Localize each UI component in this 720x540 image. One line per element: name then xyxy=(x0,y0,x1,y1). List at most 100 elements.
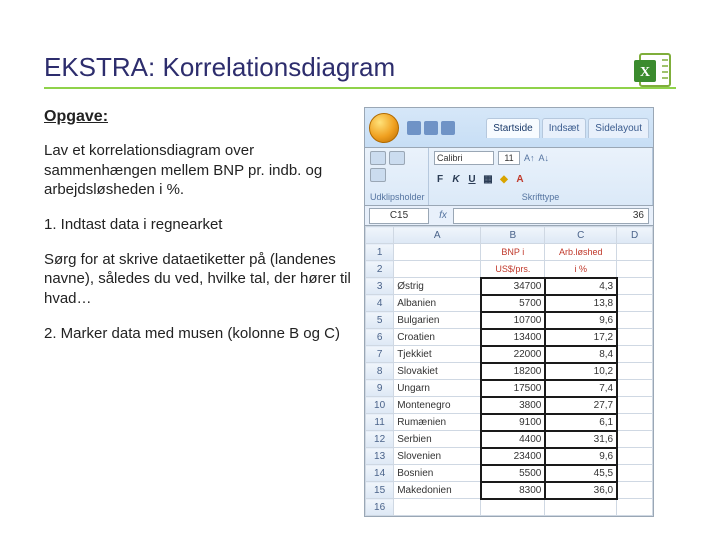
col-header-d[interactable]: D xyxy=(617,227,653,244)
row-header[interactable]: 12 xyxy=(366,431,394,448)
cell[interactable]: Albanien xyxy=(394,295,481,312)
cell[interactable]: Bosnien xyxy=(394,465,481,482)
shrink-font-icon[interactable]: A↓ xyxy=(539,153,550,163)
cell[interactable] xyxy=(617,414,653,431)
cell[interactable] xyxy=(545,499,617,516)
row-header[interactable]: 5 xyxy=(366,312,394,329)
row-header[interactable]: 8 xyxy=(366,363,394,380)
row-header[interactable]: 14 xyxy=(366,465,394,482)
row-header[interactable]: 16 xyxy=(366,499,394,516)
cell[interactable]: 45,5 xyxy=(545,465,617,482)
quick-access-toolbar[interactable] xyxy=(407,121,455,135)
row-header[interactable]: 15 xyxy=(366,482,394,499)
cell[interactable]: 6,1 xyxy=(545,414,617,431)
fx-icon[interactable]: fx xyxy=(433,210,453,221)
cell[interactable]: Serbien xyxy=(394,431,481,448)
cell[interactable]: Croatien xyxy=(394,329,481,346)
cell[interactable] xyxy=(617,295,653,312)
font-name-select[interactable]: Calibri xyxy=(434,151,494,165)
cell[interactable]: US$/prs. xyxy=(481,261,545,278)
cell[interactable]: 36,0 xyxy=(545,482,617,499)
cell[interactable]: Arb.løshed xyxy=(545,244,617,261)
cell[interactable] xyxy=(617,346,653,363)
grow-font-icon[interactable]: A↑ xyxy=(524,153,535,163)
cell[interactable]: 5700 xyxy=(481,295,545,312)
cell[interactable] xyxy=(617,465,653,482)
cell[interactable] xyxy=(481,499,545,516)
cell[interactable]: 4,3 xyxy=(545,278,617,295)
italic-button[interactable]: K xyxy=(450,174,462,185)
cell[interactable]: 4400 xyxy=(481,431,545,448)
row-header[interactable]: 11 xyxy=(366,414,394,431)
underline-button[interactable]: U xyxy=(466,174,478,185)
ribbon-tab-insert[interactable]: Indsæt xyxy=(542,118,587,138)
fill-color-icon[interactable]: ◆ xyxy=(498,174,510,185)
spreadsheet-grid[interactable]: A B C D 1BNP iArb.løshed2US$/prs.i %3Øst… xyxy=(365,226,653,516)
cell[interactable] xyxy=(617,244,653,261)
cell[interactable]: Rumænien xyxy=(394,414,481,431)
cell[interactable]: 27,7 xyxy=(545,397,617,414)
cell[interactable]: 10700 xyxy=(481,312,545,329)
cell[interactable]: Bulgarien xyxy=(394,312,481,329)
cell[interactable] xyxy=(617,448,653,465)
ribbon-tab-layout[interactable]: Sidelayout xyxy=(588,118,649,138)
cell[interactable] xyxy=(617,380,653,397)
cell[interactable] xyxy=(617,363,653,380)
col-header-b[interactable]: B xyxy=(481,227,545,244)
cell[interactable]: Slovenien xyxy=(394,448,481,465)
cell[interactable] xyxy=(617,499,653,516)
cell[interactable]: 7,4 xyxy=(545,380,617,397)
cell[interactable]: 5500 xyxy=(481,465,545,482)
font-size-select[interactable]: 11 xyxy=(498,151,520,165)
office-button[interactable] xyxy=(369,113,399,143)
cell[interactable]: 8,4 xyxy=(545,346,617,363)
row-header[interactable]: 10 xyxy=(366,397,394,414)
cell[interactable]: 3800 xyxy=(481,397,545,414)
cell[interactable]: 34700 xyxy=(481,278,545,295)
row-header[interactable]: 6 xyxy=(366,329,394,346)
cell[interactable] xyxy=(617,482,653,499)
col-header-a[interactable]: A xyxy=(394,227,481,244)
cell[interactable]: Tjekkiet xyxy=(394,346,481,363)
cell[interactable]: Makedonien xyxy=(394,482,481,499)
cell[interactable]: 31,6 xyxy=(545,431,617,448)
cell[interactable]: 18200 xyxy=(481,363,545,380)
row-header[interactable]: 9 xyxy=(366,380,394,397)
cell[interactable]: Slovakiet xyxy=(394,363,481,380)
cell[interactable]: 13400 xyxy=(481,329,545,346)
cell[interactable]: 9,6 xyxy=(545,312,617,329)
cell[interactable]: 9,6 xyxy=(545,448,617,465)
row-header[interactable]: 3 xyxy=(366,278,394,295)
cell[interactable]: 22000 xyxy=(481,346,545,363)
cell[interactable]: i % xyxy=(545,261,617,278)
cell[interactable] xyxy=(617,397,653,414)
name-box[interactable]: C15 xyxy=(369,208,429,224)
cell[interactable] xyxy=(617,431,653,448)
cell[interactable] xyxy=(617,329,653,346)
ribbon-tab-home[interactable]: Startside xyxy=(486,118,539,138)
cell[interactable]: 9100 xyxy=(481,414,545,431)
cell[interactable]: 23400 xyxy=(481,448,545,465)
clipboard-buttons[interactable] xyxy=(370,151,423,182)
row-header[interactable]: 1 xyxy=(366,244,394,261)
row-header[interactable]: 13 xyxy=(366,448,394,465)
font-color-icon[interactable]: A xyxy=(514,174,526,185)
formula-bar[interactable]: 36 xyxy=(453,208,649,224)
cell[interactable] xyxy=(617,312,653,329)
cell[interactable]: Montenegro xyxy=(394,397,481,414)
border-icon[interactable]: ▦ xyxy=(482,174,494,185)
bold-button[interactable]: F xyxy=(434,174,446,185)
cell[interactable]: 10,2 xyxy=(545,363,617,380)
cell[interactable]: 13,8 xyxy=(545,295,617,312)
cell[interactable] xyxy=(394,499,481,516)
col-header-c[interactable]: C xyxy=(545,227,617,244)
row-header[interactable]: 2 xyxy=(366,261,394,278)
cell[interactable]: 17500 xyxy=(481,380,545,397)
row-header[interactable]: 7 xyxy=(366,346,394,363)
cell[interactable] xyxy=(394,244,481,261)
cell[interactable] xyxy=(394,261,481,278)
row-header[interactable]: 4 xyxy=(366,295,394,312)
select-all-corner[interactable] xyxy=(366,227,394,244)
cell[interactable] xyxy=(617,278,653,295)
cell[interactable]: 8300 xyxy=(481,482,545,499)
